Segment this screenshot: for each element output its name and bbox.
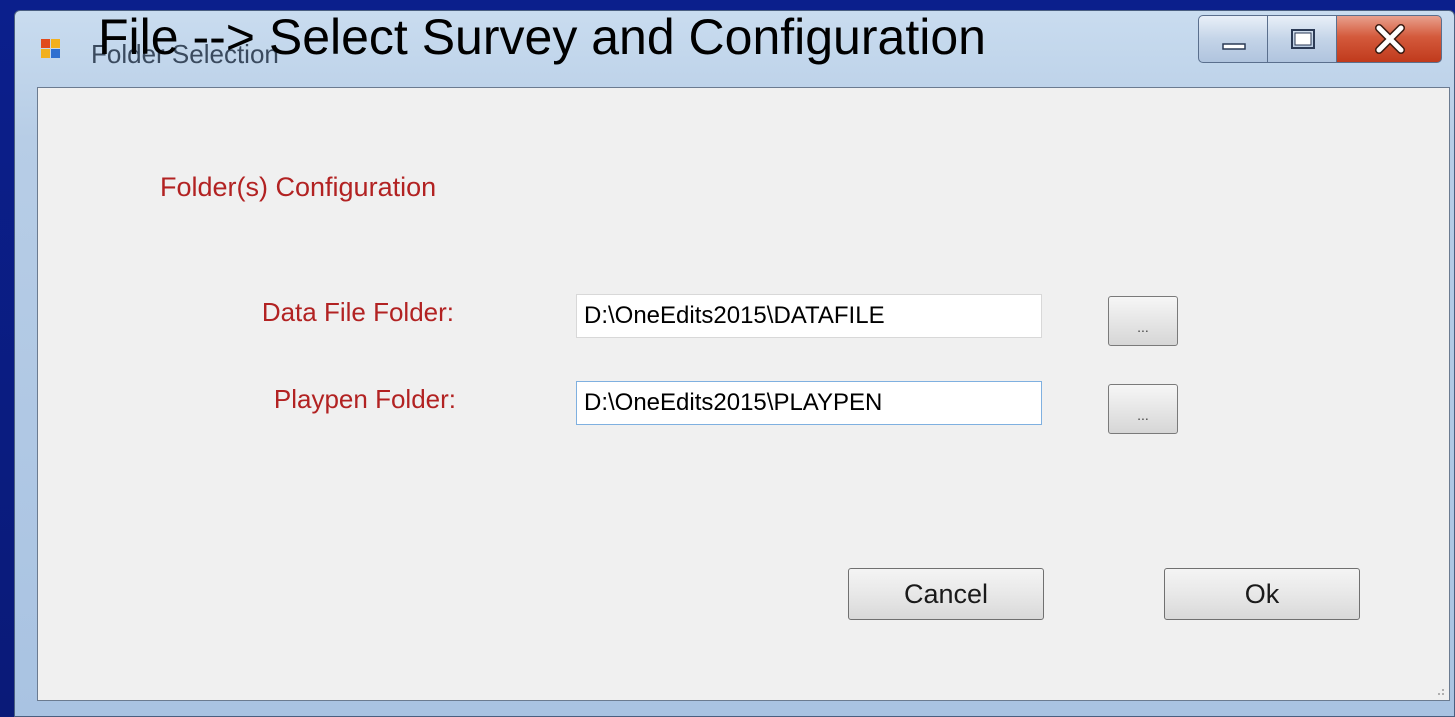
close-button[interactable] [1336,15,1442,63]
browse-data-file-folder-button[interactable]: ... [1108,296,1178,346]
minimize-button[interactable] [1198,15,1268,63]
resize-grip-icon[interactable] [1433,684,1445,696]
data-file-folder-label: Data File Folder: [261,297,454,327]
minimize-icon [1222,43,1246,50]
playpen-folder-label: Playpen Folder: [273,384,456,414]
maximize-icon [1291,29,1315,49]
folder-selection-window: Folder Selection Folder(s) Configuration… [14,10,1455,717]
dialog-client-area: Folder(s) Configuration Data File Folder… [37,87,1450,701]
slide-title: File --> Select Survey and Configuration [98,9,986,65]
cancel-button[interactable]: Cancel [848,568,1044,620]
ok-button[interactable]: Ok [1164,568,1360,620]
playpen-folder-input[interactable] [576,381,1042,425]
app-window-icon [41,39,61,59]
close-icon [1375,24,1405,54]
presentation-slide: Folder Selection Folder(s) Configuration… [0,0,1455,717]
folder-configuration-heading: Folder(s) Configuration [160,172,437,202]
browse-playpen-folder-button[interactable]: ... [1108,384,1178,434]
data-file-folder-input[interactable] [576,294,1042,338]
maximize-button[interactable] [1267,15,1337,63]
